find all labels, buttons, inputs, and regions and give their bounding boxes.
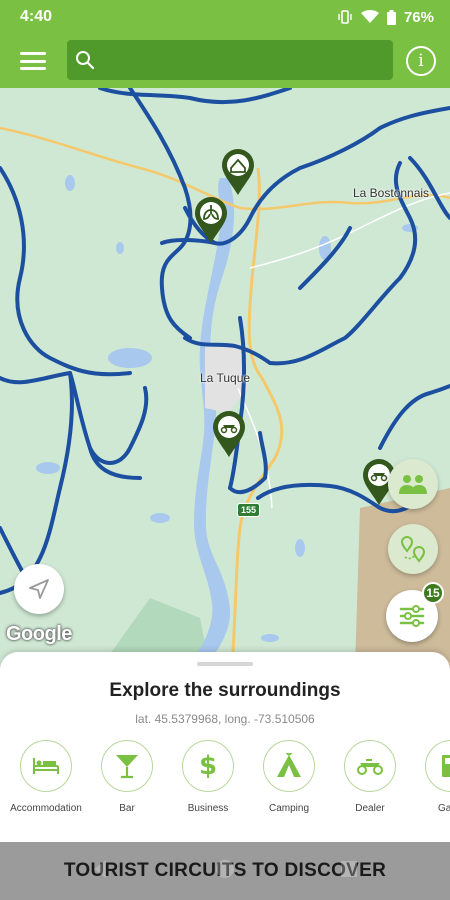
atv-icon: [357, 759, 383, 775]
tourist-circuits-banner[interactable]: TOURIST CIRCUITS TO DISCOVER: [0, 842, 450, 900]
category-label: Accommodation: [10, 803, 82, 814]
battery-percent: 76%: [403, 8, 434, 26]
dollar-icon: $: [198, 751, 218, 781]
search-icon: [76, 51, 95, 70]
lungs-icon: [195, 197, 227, 243]
category-gas-station[interactable]: Gas s: [406, 740, 450, 814]
people-icon: [399, 475, 427, 494]
category-icon-circle: [344, 740, 396, 792]
gas-pump-icon: [442, 755, 450, 777]
status-bar: 4:40 76%: [0, 0, 450, 34]
category-icon-circle: [425, 740, 450, 792]
category-icon-circle: $: [182, 740, 234, 792]
home-icon[interactable]: [214, 858, 236, 880]
category-label: Gas s: [437, 803, 450, 814]
search-input[interactable]: [95, 40, 393, 80]
category-label: Business: [187, 803, 229, 814]
search-bar[interactable]: [67, 40, 393, 80]
category-icon-circle: [101, 740, 153, 792]
atv-icon: [213, 411, 245, 457]
tent-icon: [277, 753, 301, 777]
map-pin-dealer[interactable]: [211, 410, 247, 458]
battery-icon: [386, 9, 396, 25]
map-pin-shelter[interactable]: [220, 148, 256, 196]
category-dealer[interactable]: Dealer: [325, 740, 415, 814]
sheet-drag-handle[interactable]: [197, 662, 253, 666]
info-icon: i: [418, 51, 424, 71]
map-view[interactable]: La Bostonnais La Tuque 155 15 Google: [0, 88, 450, 668]
google-attribution: Google: [6, 623, 72, 645]
groups-button[interactable]: [388, 459, 438, 509]
category-camping[interactable]: Camping: [244, 740, 334, 814]
category-business[interactable]: $ Business: [163, 740, 253, 814]
my-location-button[interactable]: [14, 564, 64, 614]
category-label: Bar: [119, 803, 135, 814]
place-label-la-bostonnais: La Bostonnais: [353, 186, 430, 200]
back-icon[interactable]: [90, 858, 112, 880]
shelter-icon: [222, 149, 254, 195]
category-bar[interactable]: Bar: [82, 740, 172, 814]
route-pins-icon: [400, 536, 426, 563]
map-pin-restaurant[interactable]: [193, 196, 229, 244]
category-list[interactable]: Accommodation Bar $ Business Camping Dea…: [0, 740, 450, 820]
cocktail-icon: [116, 755, 138, 779]
status-time: 4:40: [20, 8, 53, 25]
menu-button[interactable]: [18, 48, 48, 74]
bed-icon: [33, 758, 59, 774]
navigation-arrow-icon: [29, 579, 49, 599]
app-bar: i: [0, 34, 450, 88]
wifi-icon: [360, 10, 379, 23]
sliders-icon: [399, 605, 425, 627]
location-coordinates: lat. 45.5379968, long. -73.510506: [135, 712, 315, 726]
category-label: Camping: [268, 803, 310, 814]
status-icons: 76%: [337, 9, 434, 26]
route-shield: 155: [237, 503, 261, 517]
category-accommodation[interactable]: Accommodation: [1, 740, 91, 814]
category-icon-circle: [20, 740, 72, 792]
recents-icon[interactable]: [338, 858, 360, 880]
route-planner-button[interactable]: [388, 524, 438, 574]
vibrate-icon: [338, 10, 352, 24]
sheet-title: Explore the surroundings: [109, 680, 341, 701]
category-label: Dealer: [355, 803, 385, 814]
category-icon-circle: [263, 740, 315, 792]
place-label-la-tuque: La Tuque: [200, 371, 251, 385]
hamburger-icon: [20, 52, 46, 55]
filter-button[interactable]: 15: [386, 582, 444, 642]
info-button[interactable]: i: [406, 46, 436, 76]
filter-count-badge: 15: [422, 582, 444, 604]
